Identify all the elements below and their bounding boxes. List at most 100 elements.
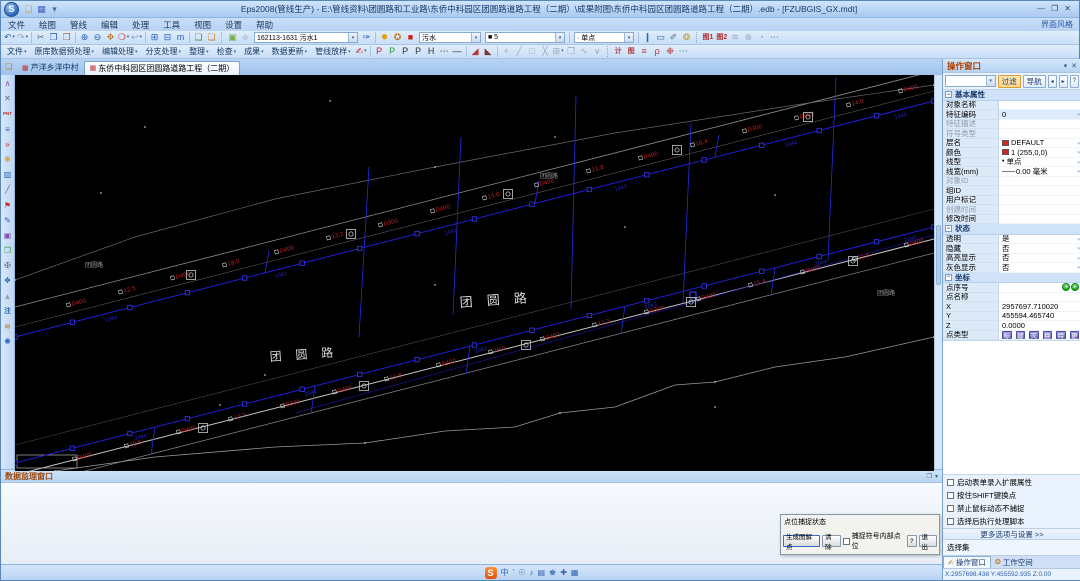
property-value[interactable] bbox=[999, 119, 1080, 129]
menu-item-7[interactable]: 设置 bbox=[218, 19, 249, 31]
property-value[interactable] bbox=[999, 195, 1080, 205]
calc-icon[interactable]: 计 bbox=[612, 46, 624, 58]
more-icon[interactable]: ⋯ bbox=[768, 32, 780, 44]
navigate-button[interactable]: 导航 bbox=[1022, 74, 1046, 88]
menu-item-4[interactable]: 处理 bbox=[125, 19, 156, 31]
collapse-icon[interactable]: ▾ bbox=[935, 473, 938, 480]
diamond-icon[interactable]: ❖ bbox=[1, 273, 14, 288]
edit-vertex-icon[interactable]: ✎ bbox=[1, 213, 14, 228]
map-canvas[interactable]: D400 12.5 D400 18.0 D400 13.2 D300 D400 15.6 D400… bbox=[15, 74, 934, 471]
display-icon[interactable]: ▭ bbox=[655, 32, 667, 44]
point-type-button[interactable]: 更 bbox=[1069, 330, 1079, 339]
property-value[interactable]: 2957697.710020 bbox=[999, 302, 1080, 312]
tbmenu-data-update[interactable]: 数据更新 ▾ bbox=[268, 46, 312, 57]
prev-button[interactable]: ◂ bbox=[1047, 74, 1057, 88]
collapse-icon[interactable] bbox=[945, 91, 952, 99]
object-select-combo[interactable] bbox=[945, 75, 996, 87]
panel-tab-0[interactable]: ✍ 操作窗口 bbox=[943, 556, 991, 568]
property-value[interactable]: 否 ▾ bbox=[999, 263, 1080, 273]
copy-feature-icon[interactable]: ❐ bbox=[1, 243, 14, 258]
section-header[interactable]: 基本属性 bbox=[943, 90, 1080, 101]
point-red-icon[interactable]: P bbox=[373, 46, 385, 58]
cascade-windows-icon[interactable]: ⊟ bbox=[162, 32, 174, 44]
ime-grid-icon[interactable]: ▦ bbox=[571, 568, 579, 577]
layer-visibility-icon[interactable]: ▣ bbox=[227, 32, 239, 44]
tbmenu-tidy[interactable]: 整理 ▾ bbox=[185, 46, 213, 57]
select-node-icon[interactable]: ∧ bbox=[1, 76, 14, 91]
linewidth-combo[interactable]: ■ 5 bbox=[485, 32, 565, 43]
menu-item-0[interactable]: 文件 bbox=[1, 19, 32, 31]
combo-arrow-icon[interactable] bbox=[985, 76, 995, 86]
raster-green-icon[interactable]: ❏ bbox=[193, 32, 205, 44]
feature-combo[interactable]: 162113-1631 污水1 bbox=[254, 32, 358, 43]
help-button[interactable]: ? bbox=[1069, 74, 1079, 88]
property-value[interactable]: 1 (255,0,0) ▾ bbox=[999, 148, 1080, 158]
qat-dropdown-icon[interactable]: ▾ bbox=[49, 3, 61, 15]
property-value[interactable] bbox=[999, 292, 1080, 302]
draw-point-icon[interactable]: + bbox=[500, 46, 512, 58]
tbmenu-edit-process[interactable]: 编辑处理 ▾ bbox=[98, 46, 142, 57]
app-logo-icon[interactable]: S bbox=[4, 1, 19, 17]
combo-arrow-icon[interactable] bbox=[555, 33, 564, 42]
draw-cross-icon[interactable]: ╳ bbox=[539, 46, 551, 58]
cut-icon[interactable]: ✂ bbox=[35, 32, 47, 44]
list-icon[interactable]: ≡ bbox=[638, 46, 650, 58]
more2-icon[interactable]: ⋯ bbox=[677, 46, 689, 58]
draw-line-icon[interactable]: ╱ bbox=[513, 46, 525, 58]
flow-direction-icon[interactable]: » bbox=[1, 137, 14, 152]
point-green-icon[interactable]: P bbox=[386, 46, 398, 58]
option-checkbox-1[interactable]: 按住SHIFT键换点 bbox=[943, 489, 1080, 502]
toolbar-grip[interactable] bbox=[221, 32, 223, 43]
flower-icon[interactable]: ❉ bbox=[664, 46, 676, 58]
combo-arrow-icon[interactable] bbox=[471, 33, 480, 42]
point-next-button[interactable]: ▸ bbox=[1071, 283, 1079, 292]
section-header[interactable]: 坐标 bbox=[943, 272, 1080, 283]
star-icon[interactable]: ✺ bbox=[1, 334, 14, 349]
vscroll-thumb[interactable] bbox=[936, 224, 941, 285]
station-icon[interactable]: ▥ bbox=[1, 167, 14, 182]
new-document-icon[interactable]: ❏ bbox=[3, 61, 15, 73]
save-icon[interactable]: ▦ bbox=[36, 3, 48, 15]
zoom-previous-icon[interactable]: ↩ ▾ bbox=[131, 32, 143, 44]
document-tab-1[interactable]: ▦ 东侨中科园区团圆路道路工程（二期） bbox=[83, 60, 241, 75]
menu-item-8[interactable]: 帮助 bbox=[249, 19, 280, 31]
checkbox-box[interactable] bbox=[842, 537, 850, 545]
close-button[interactable]: ✕ bbox=[1064, 5, 1071, 13]
grid-gray-icon[interactable]: ≋ bbox=[729, 32, 741, 44]
checkbox-box[interactable] bbox=[947, 505, 954, 512]
raster-orange-icon[interactable]: ❏ bbox=[206, 32, 218, 44]
menu-item-6[interactable]: 视图 bbox=[187, 19, 218, 31]
checkbox-box[interactable] bbox=[947, 479, 954, 486]
zoom-in-icon[interactable]: ⊕ bbox=[79, 32, 91, 44]
paste-icon[interactable]: ❒ bbox=[61, 32, 73, 44]
linetype-combo[interactable]: · 单点 bbox=[574, 32, 634, 43]
checkbox-box[interactable] bbox=[947, 518, 954, 525]
snap-inner-checkbox[interactable]: 捕捉符号内部点位 bbox=[842, 531, 905, 551]
ime-tools-icon[interactable]: ✚ bbox=[560, 568, 567, 577]
menu-item-3[interactable]: 编辑 bbox=[94, 19, 125, 31]
circle-select-icon[interactable]: ○ bbox=[240, 32, 252, 44]
map1-icon[interactable]: 图1 bbox=[702, 32, 715, 44]
property-value[interactable] bbox=[999, 186, 1080, 196]
rho-icon[interactable]: ρ bbox=[651, 46, 663, 58]
menu-item-5[interactable]: 工具 bbox=[156, 19, 187, 31]
ime-skin-icon[interactable]: ♚ bbox=[549, 568, 556, 577]
property-value[interactable]: 否 ▾ bbox=[999, 253, 1080, 263]
menu-item-2[interactable]: 管线 bbox=[63, 19, 94, 31]
property-value[interactable] bbox=[999, 129, 1080, 139]
property-value[interactable]: 0.0000 bbox=[999, 321, 1080, 331]
current-color-icon[interactable]: ■ bbox=[405, 32, 417, 44]
tbmenu-check[interactable]: 检查 ▾ bbox=[213, 46, 241, 57]
point-type-button[interactable]: 建 bbox=[1015, 330, 1025, 339]
lock2-icon[interactable]: ❙ bbox=[642, 32, 654, 44]
point-dark1-icon[interactable]: P bbox=[399, 46, 411, 58]
line-icon[interactable]: — bbox=[451, 46, 463, 58]
point-type-button[interactable]: 换 bbox=[1042, 330, 1052, 339]
arrow-red-icon[interactable]: ◢ bbox=[469, 46, 481, 58]
point-dark2-icon[interactable]: P bbox=[412, 46, 424, 58]
property-value[interactable]: 0 ▾ bbox=[999, 110, 1080, 120]
selection-set-label[interactable]: 选择集 bbox=[943, 540, 1080, 556]
block-icon[interactable]: ▣ bbox=[1, 228, 14, 243]
point-type-button[interactable]: 灭 bbox=[1029, 330, 1039, 339]
pan-icon[interactable]: ✥ bbox=[105, 32, 117, 44]
